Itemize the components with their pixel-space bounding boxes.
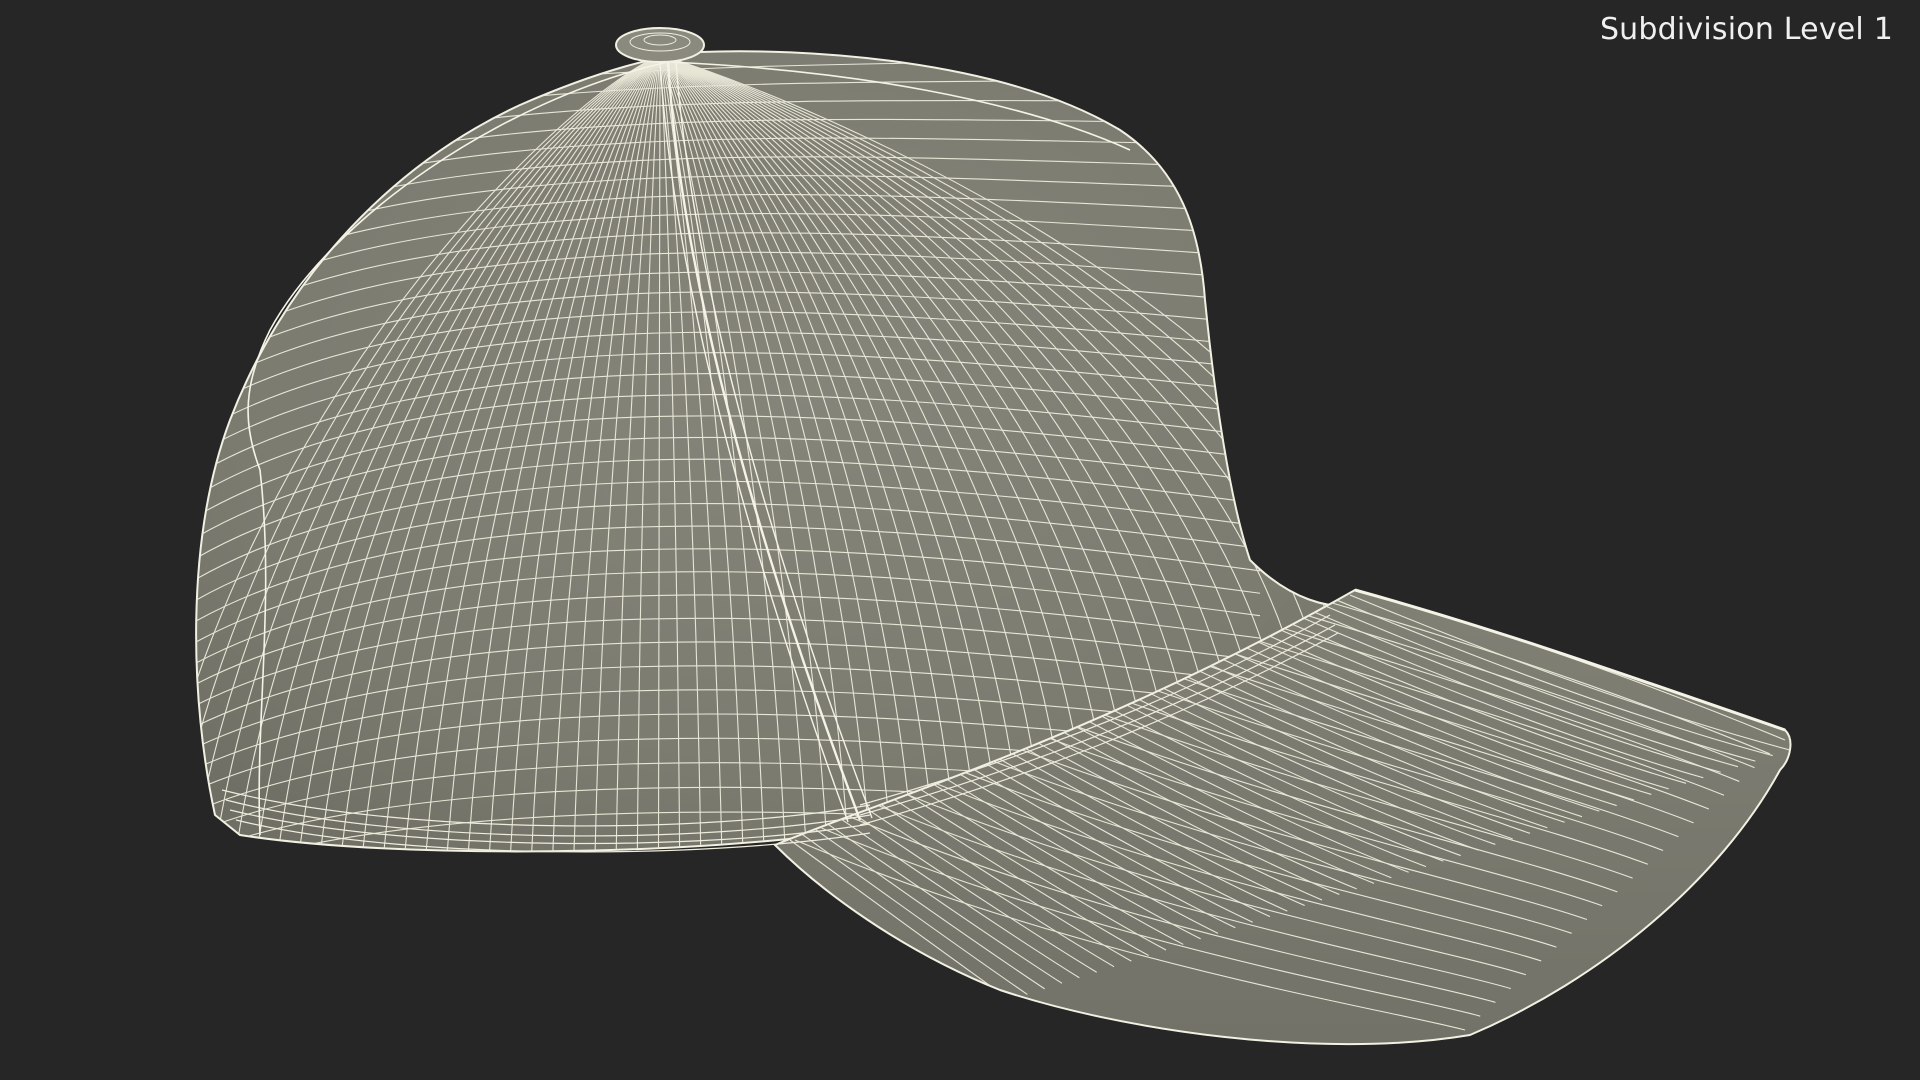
cap-wireframe-model	[195, 27, 1792, 1046]
subdivision-level-label: Subdivision Level 1	[1599, 12, 1893, 47]
cap-top-button	[615, 27, 705, 63]
viewport[interactable]: Subdivision Level 1	[0, 0, 1920, 1080]
